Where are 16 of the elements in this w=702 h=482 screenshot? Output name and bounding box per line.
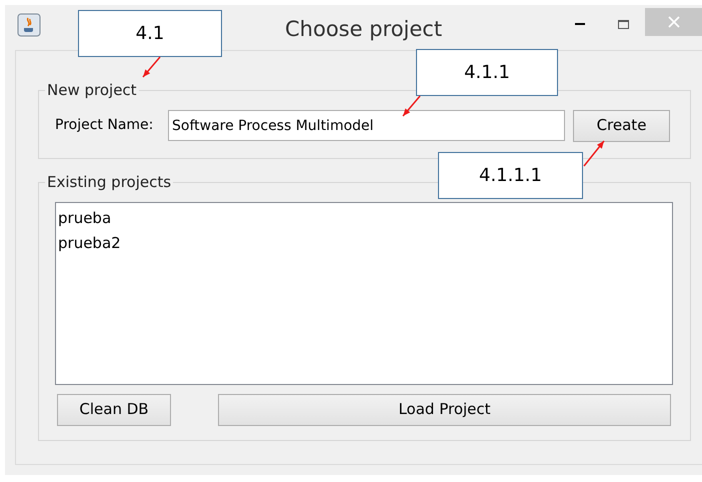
- field-label: Project Name:: [55, 116, 154, 135]
- java-cup-icon: [17, 13, 41, 37]
- close-icon: [668, 16, 680, 28]
- group-title: New project: [46, 80, 138, 101]
- project-list[interactable]: prueba prueba2: [55, 202, 673, 384]
- window-title: Choose project: [285, 16, 442, 43]
- load-project-button[interactable]: Load Project: [218, 394, 671, 426]
- callout-label: 4.1: [78, 10, 222, 57]
- project-list-item[interactable]: prueba: [56, 206, 672, 230]
- project-name-field[interactable]: Software Process Multimodel: [168, 110, 565, 141]
- callout-label: 4.1.1: [416, 49, 558, 96]
- clean-db-button[interactable]: Clean DB: [57, 394, 171, 426]
- project-list-item[interactable]: prueba2: [56, 230, 672, 256]
- group-title: Existing projects: [46, 172, 172, 193]
- create-button[interactable]: Create: [573, 110, 670, 142]
- callout-label: 4.1.1.1: [438, 152, 583, 199]
